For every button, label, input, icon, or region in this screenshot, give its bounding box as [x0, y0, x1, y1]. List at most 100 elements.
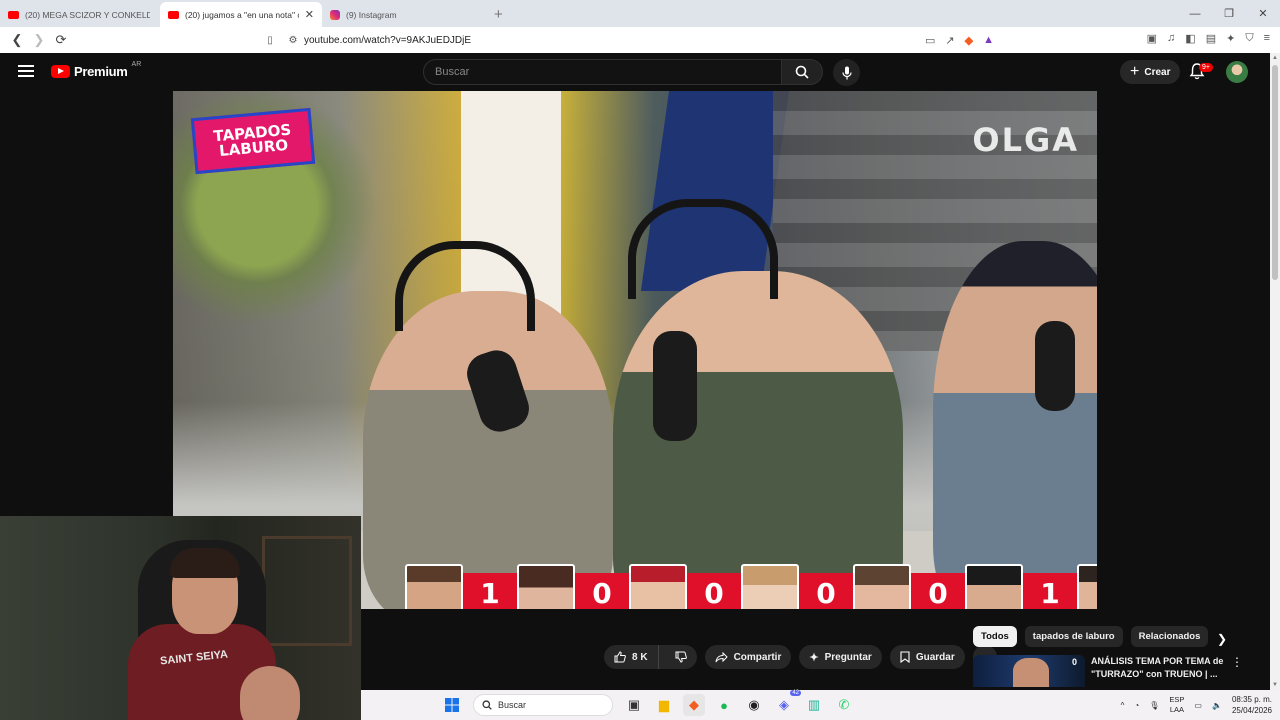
search-button[interactable] — [781, 59, 823, 85]
score-value: 0 — [799, 573, 853, 609]
dislike-button[interactable] — [665, 645, 697, 669]
chip-relacionados[interactable]: Relacionados — [1130, 626, 1209, 647]
score-item: 0 — [853, 564, 965, 609]
thumbs-down-icon — [675, 651, 687, 663]
forward-icon[interactable]: ❯ — [28, 32, 50, 48]
tray-app-icon[interactable]: ◔ — [1134, 701, 1139, 710]
taskbar-search-placeholder: Buscar — [498, 700, 527, 710]
recommended-video[interactable]: 0 ANÁLISIS TEMA POR TEMA de "TURRAZO" co… — [973, 655, 1273, 687]
thumbnail-face — [1013, 658, 1049, 687]
windows-start-icon[interactable] — [441, 694, 463, 716]
more-vertical-icon[interactable]: ⋮ — [1231, 655, 1243, 687]
hamburger-menu-icon[interactable] — [18, 65, 34, 77]
url-text[interactable]: youtube.com/watch?v=9AKJuEDJDjE — [304, 35, 471, 46]
score-item: 0 — [629, 564, 741, 609]
chip-tapados[interactable]: tapados de laburo — [1024, 626, 1123, 647]
ask-button[interactable]: ✦ Preguntar — [799, 645, 882, 669]
site-info-icon[interactable]: ⚙ — [282, 35, 304, 46]
voice-search-button[interactable] — [833, 59, 860, 86]
share-page-icon[interactable]: ↗ — [945, 34, 954, 47]
notification-count-badge: 9+ — [1199, 63, 1213, 72]
task-view-icon[interactable]: ▣ — [623, 694, 645, 716]
network-icon[interactable]: ▭ — [1194, 701, 1202, 710]
tab-search-icon[interactable]: ▣ — [1147, 32, 1157, 45]
address-bar-row: ❮ ❯ ⟳ ▯ ⚙ youtube.com/watch?v=9AKJuEDJDj… — [0, 27, 1280, 53]
host-left — [363, 291, 613, 609]
tab-title: (20) jugamos a "en una nota" co — [185, 9, 299, 20]
score-value: 1 — [463, 573, 517, 609]
sidebar-icon[interactable]: ◧ — [1185, 32, 1195, 45]
contestant-photo — [1077, 564, 1097, 609]
system-tray: ^ ◔ 🎙 ESP LAA ▭ 🔈 08:35 p. m. 25/04/2026 — [1121, 690, 1272, 720]
lang-layout: LAA — [1169, 705, 1184, 714]
url-field[interactable]: ▯ ⚙ youtube.com/watch?v=9AKJuEDJDjE ▭ ↗ … — [258, 30, 1000, 50]
browser-tab-2[interactable]: (20) jugamos a "en una nota" co ✕ — [160, 2, 322, 27]
new-tab-button[interactable]: + — [484, 6, 513, 27]
reload-icon[interactable]: ⟳ — [50, 32, 72, 48]
bookmark-icon[interactable]: ▯ — [258, 35, 282, 46]
search-input[interactable]: Buscar — [423, 59, 782, 85]
contestant-photo — [517, 564, 575, 609]
score-value: 0 — [575, 573, 629, 609]
tray-mic-icon[interactable]: 🎙 — [1149, 701, 1159, 710]
tab-title: (9) Instagram — [346, 9, 397, 20]
streamer-arm — [240, 666, 300, 720]
scroll-down-icon[interactable]: ▼ — [1272, 682, 1278, 688]
volume-icon[interactable]: 🔈 — [1212, 701, 1222, 710]
youtube-icon — [8, 10, 19, 19]
account-avatar[interactable] — [1226, 61, 1248, 83]
search-icon — [482, 700, 492, 710]
file-explorer-icon[interactable]: ▆ — [653, 694, 675, 716]
brave-rewards-icon[interactable]: ▲ — [983, 34, 994, 47]
taskbar-search[interactable]: Buscar — [473, 694, 613, 716]
save-button[interactable]: Guardar — [889, 645, 965, 669]
tray-overflow-icon[interactable]: ^ — [1121, 701, 1125, 710]
spotify-icon[interactable]: ● — [713, 694, 735, 716]
show-logo: TAPADOS LABURO — [190, 107, 316, 175]
taskbar-clock[interactable]: 08:35 p. m. 25/04/2026 — [1232, 694, 1272, 716]
voice-app-icon[interactable]: ▥ — [803, 694, 825, 716]
score-item: 0 — [517, 564, 629, 609]
recommended-thumbnail[interactable]: 0 — [973, 655, 1085, 687]
contestant-photo — [965, 564, 1023, 609]
like-button[interactable]: 8 K — [604, 645, 659, 669]
ask-label: Preguntar — [824, 651, 872, 663]
lang-code: ESP — [1169, 695, 1185, 704]
create-button[interactable]: + Crear — [1120, 60, 1181, 84]
score-item: 1 — [405, 564, 517, 609]
browser-toolbar-right: ▣ ♫ ◧ ▤ ✦ ⛉ ≡ — [1147, 32, 1270, 45]
browser-tab-1[interactable]: (20) MEGA SCIZOR Y CONKELDURR — [0, 2, 160, 27]
close-window-icon[interactable]: ✕ — [1246, 0, 1280, 27]
contestant-photo — [629, 564, 687, 609]
scroll-up-icon[interactable]: ▲ — [1272, 55, 1278, 61]
discord-icon[interactable]: ◈ 42 — [773, 690, 801, 716]
menu-icon[interactable]: ≡ — [1264, 32, 1270, 45]
back-icon[interactable]: ❮ — [6, 32, 28, 48]
language-indicator[interactable]: ESP LAA — [1169, 695, 1184, 715]
brave-shields-icon[interactable]: ◆ — [965, 34, 973, 47]
browser-tab-3[interactable]: (9) Instagram — [322, 2, 484, 27]
music-icon[interactable]: ♫ — [1167, 32, 1175, 45]
wallet-icon[interactable]: ▤ — [1206, 32, 1216, 45]
save-label: Guardar — [915, 651, 955, 663]
youtube-header: Premium AR Buscar + Crear — [0, 53, 1270, 91]
logo-text: Premium — [74, 64, 128, 79]
vpn-icon[interactable]: ⛉ — [1245, 32, 1253, 45]
close-tab-icon[interactable]: ✕ — [305, 8, 314, 21]
cast-icon[interactable]: ▭ — [925, 34, 935, 47]
youtube-premium-logo[interactable]: Premium AR — [51, 61, 141, 79]
share-button[interactable]: Compartir — [704, 645, 792, 669]
scrollbar-thumb[interactable] — [1272, 65, 1278, 280]
obs-icon[interactable]: ◉ — [743, 694, 765, 716]
restore-icon[interactable]: ❐ — [1212, 0, 1246, 27]
chevron-right-icon[interactable]: ❯ — [1217, 632, 1227, 646]
instagram-icon — [330, 9, 340, 20]
page-scrollbar[interactable]: ▲ ▼ — [1270, 53, 1280, 690]
score-item: 1 — [965, 564, 1077, 609]
minimize-icon[interactable]: — — [1178, 0, 1212, 27]
leo-ai-icon[interactable]: ✦ — [1226, 32, 1235, 45]
whatsapp-icon[interactable]: ✆ — [833, 694, 855, 716]
recommended-title[interactable]: ANÁLISIS TEMA POR TEMA de "TURRAZO" con … — [1091, 655, 1227, 687]
chip-todos[interactable]: Todos — [973, 626, 1017, 647]
brave-browser-icon[interactable]: ◆ — [683, 694, 705, 716]
